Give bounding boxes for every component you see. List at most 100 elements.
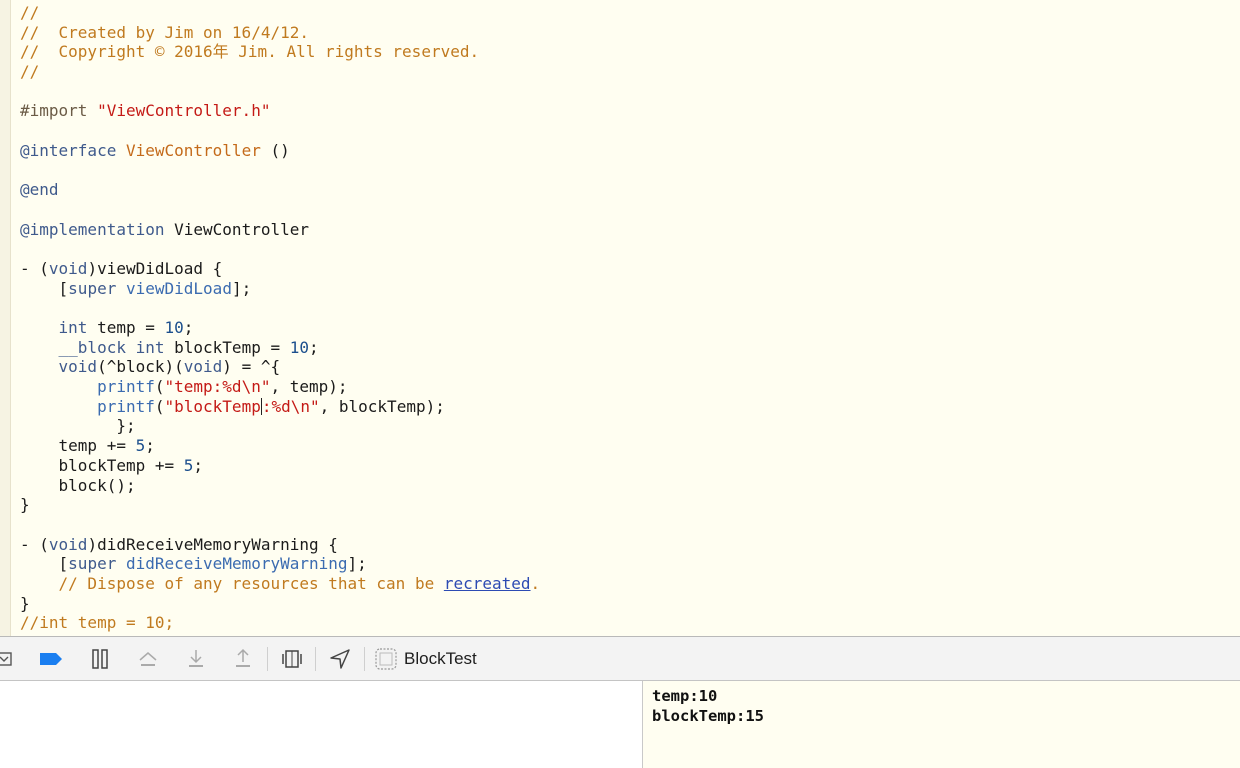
code-token: "blockTemp xyxy=(164,396,261,416)
code-token: void xyxy=(58,357,98,377)
step-into-icon[interactable] xyxy=(183,646,209,672)
code-token: ; xyxy=(193,455,204,475)
step-over-icon[interactable] xyxy=(135,646,161,672)
code-line[interactable]: [super didReceiveMemoryWarning]; xyxy=(20,554,1240,574)
code-line[interactable] xyxy=(20,298,1240,318)
code-line[interactable]: printf("blockTemp:%d\n", blockTemp); xyxy=(20,397,1240,417)
code-line[interactable]: // xyxy=(20,3,1240,23)
variables-view[interactable] xyxy=(0,681,643,768)
code-token: void xyxy=(48,534,88,554)
code-token: @implementation xyxy=(20,219,165,239)
code-token: blockTemp += xyxy=(20,455,184,475)
code-token: }; xyxy=(20,416,136,436)
code-token[interactable]: recreated xyxy=(444,574,531,593)
code-line[interactable]: printf("temp:%d\n", temp); xyxy=(20,377,1240,397)
pause-icon[interactable] xyxy=(87,646,113,672)
code-token: printf xyxy=(97,377,155,397)
code-line[interactable]: [super viewDidLoad]; xyxy=(20,279,1240,299)
code-token: // xyxy=(20,3,40,22)
code-token: void xyxy=(48,258,88,278)
code-line[interactable]: // Copyright © 2016年 Jim. All rights res… xyxy=(20,42,1240,62)
target-label[interactable]: BlockTest xyxy=(404,649,477,669)
code-line[interactable] xyxy=(20,82,1240,102)
code-line[interactable]: int temp = 10; xyxy=(20,318,1240,338)
code-token: temp = xyxy=(87,318,165,337)
code-line[interactable] xyxy=(20,239,1240,259)
code-line[interactable]: } xyxy=(20,495,1240,515)
code-line[interactable]: //int temp = 10; xyxy=(20,613,1240,633)
code-token: int xyxy=(58,318,88,337)
code-token: temp += xyxy=(20,436,136,456)
code-token: , temp); xyxy=(270,377,348,397)
source-code[interactable]: //// Created by Jim on 16/4/12.// Copyri… xyxy=(20,3,1240,633)
code-token: - ( xyxy=(20,534,49,554)
code-line[interactable]: void(^block)(void) = ^{ xyxy=(20,357,1240,377)
code-token: "ViewController.h" xyxy=(97,101,271,121)
code-line[interactable] xyxy=(20,121,1240,141)
code-line[interactable]: __block int blockTemp = 10; xyxy=(20,338,1240,358)
console-output[interactable]: temp:10 blockTemp:15 xyxy=(644,681,1240,768)
code-line[interactable]: block(); xyxy=(20,476,1240,496)
code-token: )didReceiveMemoryWarning { xyxy=(87,534,338,554)
location-icon[interactable] xyxy=(327,646,353,672)
code-line[interactable]: blockTemp += 5; xyxy=(20,456,1240,476)
code-token: @interface xyxy=(20,140,117,160)
code-line[interactable]: // xyxy=(20,62,1240,82)
code-line[interactable]: temp += 5; xyxy=(20,436,1240,456)
code-line[interactable]: - (void)viewDidLoad { xyxy=(20,259,1240,279)
code-token: 5 xyxy=(135,436,146,456)
app-target-icon[interactable] xyxy=(373,646,399,672)
code-token: block(); xyxy=(20,475,136,495)
step-out-icon[interactable] xyxy=(230,646,256,672)
code-token: ]; xyxy=(231,278,252,298)
code-line[interactable]: // Dispose of any resources that can be … xyxy=(20,574,1240,594)
code-token: super xyxy=(68,278,117,298)
code-line[interactable]: - (void)didReceiveMemoryWarning { xyxy=(20,535,1240,555)
code-token: , blockTemp); xyxy=(319,396,445,416)
code-token: __block int xyxy=(58,337,165,357)
code-token: "temp:%d\n" xyxy=(164,377,271,397)
code-token: 5 xyxy=(183,455,194,475)
toolbar-separator xyxy=(267,647,268,671)
code-token: ; xyxy=(309,337,319,357)
view-debugger-icon[interactable] xyxy=(279,646,305,672)
code-token: 10 xyxy=(289,337,309,357)
code-line[interactable]: @interface ViewController () xyxy=(20,141,1240,161)
code-token: [ xyxy=(20,278,69,298)
code-line[interactable] xyxy=(20,200,1240,220)
code-token: )viewDidLoad { xyxy=(87,258,223,278)
code-token: viewDidLoad xyxy=(125,278,232,298)
code-line[interactable]: } xyxy=(20,594,1240,614)
code-line[interactable]: }; xyxy=(20,416,1240,436)
code-token: printf xyxy=(97,396,155,416)
code-token: :%d\n" xyxy=(261,396,320,416)
code-token: // Dispose of any resources that can be xyxy=(20,573,444,593)
code-token: ViewController xyxy=(125,140,261,160)
code-line[interactable] xyxy=(20,161,1240,181)
code-token: ViewController xyxy=(164,219,309,239)
breakpoints-icon[interactable] xyxy=(38,646,64,672)
code-token: (^block)( xyxy=(97,357,184,377)
code-token: super xyxy=(68,554,117,574)
code-line[interactable]: #import "ViewController.h" xyxy=(20,101,1240,121)
editor-gutter[interactable] xyxy=(0,0,11,636)
toolbar-separator xyxy=(364,647,365,671)
code-line[interactable]: @end xyxy=(20,180,1240,200)
code-token: // Copyright © 2016年 Jim. All rights res… xyxy=(20,42,480,62)
code-token: ; xyxy=(145,436,155,456)
code-token: @end xyxy=(20,180,59,200)
code-token: - ( xyxy=(20,258,49,278)
code-token: ]; xyxy=(347,554,367,574)
console-toggle-icon[interactable] xyxy=(0,646,18,672)
code-line[interactable]: // Created by Jim on 16/4/12. xyxy=(20,23,1240,43)
code-editor[interactable]: //// Created by Jim on 16/4/12.// Copyri… xyxy=(0,0,1240,636)
toolbar-separator xyxy=(315,647,316,671)
code-line[interactable] xyxy=(20,515,1240,535)
code-token: 10 xyxy=(164,318,184,337)
code-line[interactable]: @implementation ViewController xyxy=(20,220,1240,240)
